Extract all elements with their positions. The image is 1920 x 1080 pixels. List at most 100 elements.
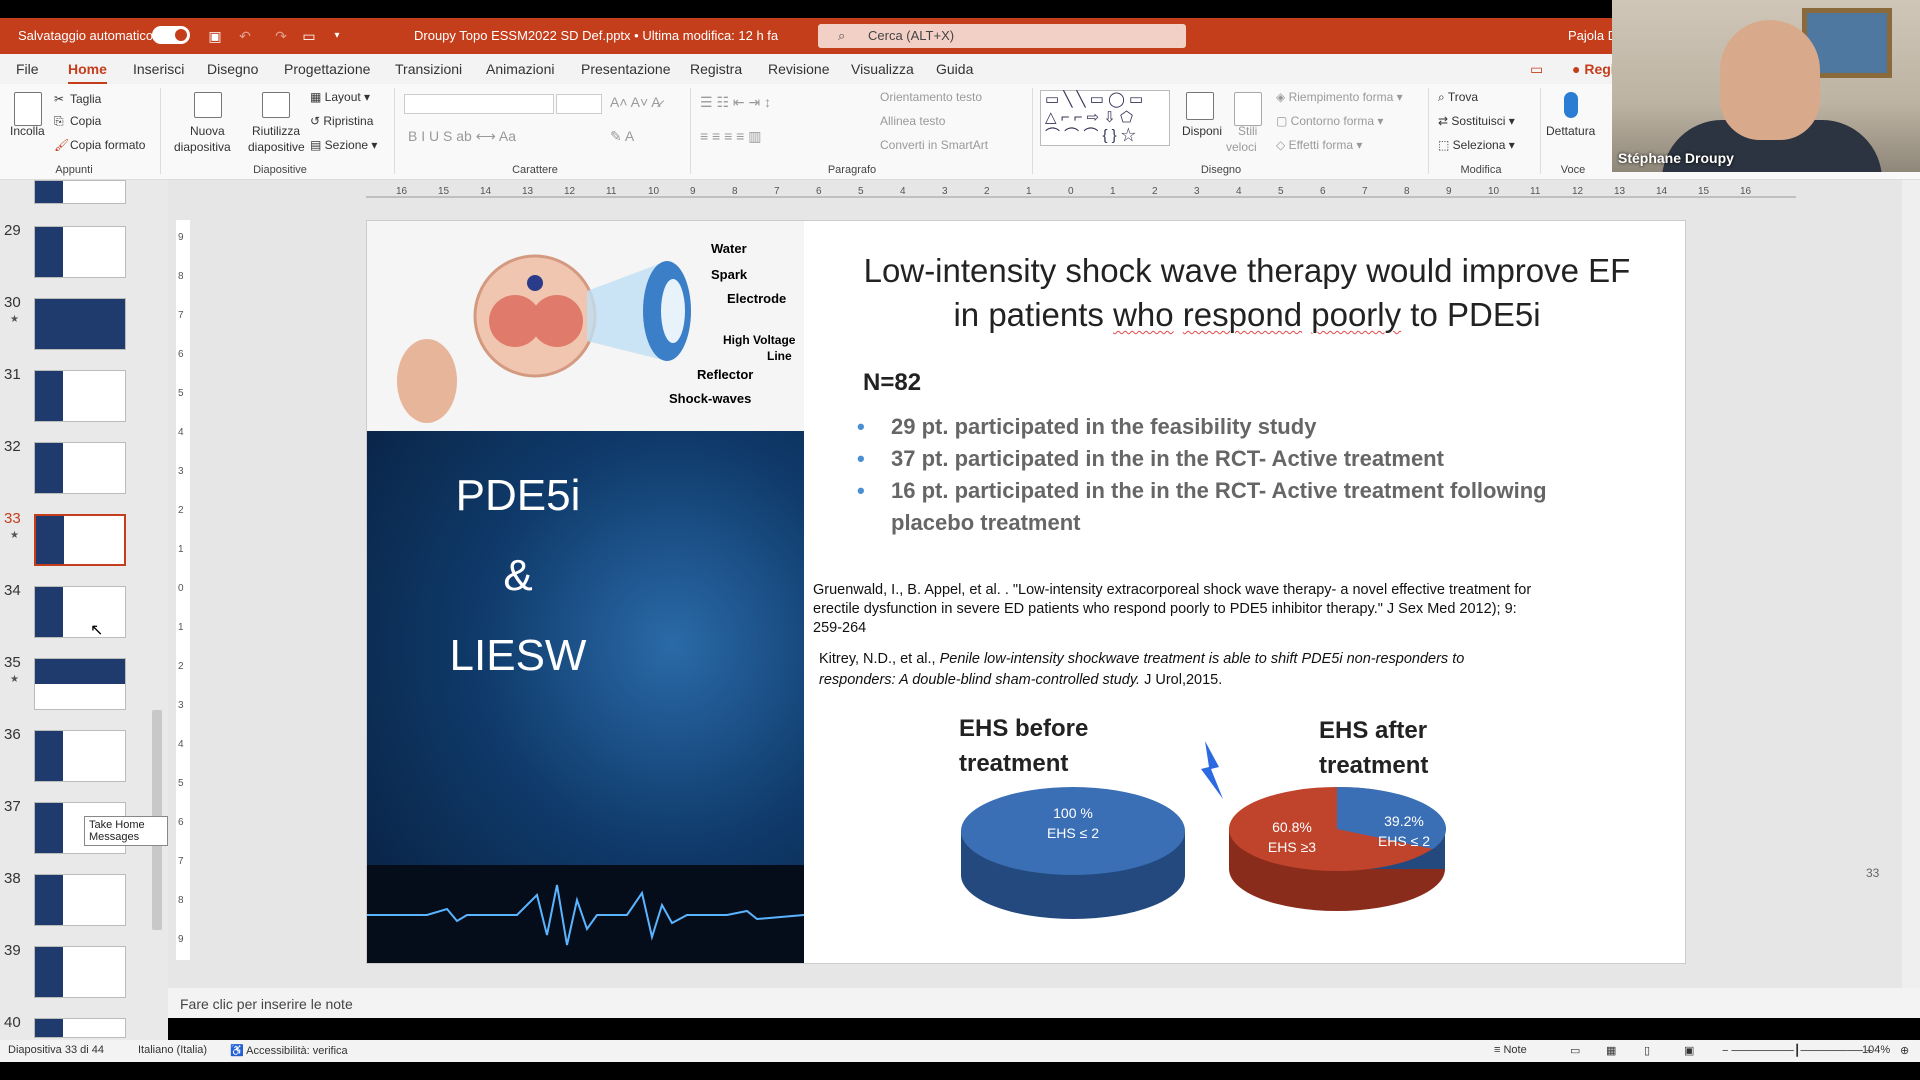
tab-insert[interactable]: Inserisci — [133, 61, 184, 77]
language-indicator[interactable]: Italiano (Italia) — [138, 1044, 207, 1056]
grow-font-icon[interactable]: A˄ A˅ A̷ — [610, 94, 661, 110]
slide-thumbnail-39[interactable] — [34, 946, 126, 998]
arrange-button[interactable]: Disponi — [1182, 124, 1222, 138]
select-button[interactable]: ⬚ Seleziona ▾ — [1438, 138, 1515, 152]
smartart-button[interactable]: Converti in SmartArt — [880, 138, 988, 152]
align-icons[interactable]: ≡ ≡ ≡ ≡ ▥ — [700, 128, 761, 145]
quick-styles-icon[interactable] — [1234, 92, 1262, 126]
normal-view-icon[interactable]: ▭ — [1570, 1044, 1580, 1057]
layout-button[interactable]: ▦ Layout ▾ — [310, 90, 370, 104]
format-painter-button[interactable]: Copia formato — [70, 138, 145, 152]
copy-button[interactable]: Copia — [70, 114, 101, 128]
slide-thumbnail-33[interactable] — [34, 514, 126, 566]
slide-sorter-icon[interactable]: ▦ — [1606, 1044, 1616, 1057]
save-icon[interactable]: ▣ — [206, 27, 224, 45]
zoom-level[interactable]: 104% — [1862, 1044, 1890, 1056]
new-slide-icon[interactable] — [194, 92, 222, 118]
tab-draw[interactable]: Disegno — [207, 61, 258, 77]
ruler-tick-label: 12 — [1572, 186, 1584, 197]
slide-thumbnail-28[interactable] — [34, 180, 126, 204]
ruler-tick-label: 5 — [858, 186, 864, 197]
shape-effects-button[interactable]: ◇ Effetti forma ▾ — [1276, 138, 1362, 152]
ruler-tick-label: 13 — [522, 186, 534, 197]
paste-icon[interactable] — [14, 92, 42, 126]
tab-record[interactable]: Registra — [690, 61, 742, 77]
reading-view-icon[interactable]: ▯ — [1644, 1044, 1650, 1057]
list-icons[interactable]: ☰ ☷ ⇤ ⇥ ↕ — [700, 94, 771, 111]
paste-button[interactable]: Incolla — [10, 124, 45, 138]
font-style-icons[interactable]: B I U S ab ⟷ Aa — [408, 128, 516, 145]
search-box[interactable]: ⌕ Cerca (ALT+X) — [818, 24, 1186, 48]
user-name[interactable]: Pajola D — [1568, 28, 1617, 43]
ruler-tick-label: 7 — [178, 856, 184, 867]
reset-button[interactable]: ↺ Ripristina — [310, 114, 373, 128]
tab-home[interactable]: Home — [68, 61, 107, 85]
thumb-number: 36 — [4, 726, 21, 743]
notes-toggle[interactable]: ≡ Note — [1494, 1044, 1527, 1056]
font-color-icons[interactable]: ✎ A — [610, 128, 634, 145]
redo-icon[interactable]: ↷ — [272, 27, 290, 45]
record-button[interactable]: ● Regi — [1572, 61, 1615, 77]
slide-thumbnail-40[interactable] — [34, 1018, 126, 1038]
ruler-tick-label: 9 — [178, 232, 184, 243]
editor-scrollbar[interactable] — [1902, 180, 1920, 988]
tab-animations[interactable]: Animazioni — [486, 61, 554, 77]
new-slide-button-2[interactable]: diapositiva — [174, 140, 231, 154]
microphone-icon[interactable] — [1564, 92, 1578, 118]
slide-thumbnail-30[interactable] — [34, 298, 126, 350]
new-slide-button-1[interactable]: Nuova — [190, 124, 225, 138]
reuse-slides-button-1[interactable]: Riutilizza — [252, 124, 300, 138]
slide-thumbnail-29[interactable] — [34, 226, 126, 278]
slide-thumbnail-36[interactable] — [34, 730, 126, 782]
present-icon[interactable]: ▭ — [300, 27, 318, 45]
customize-qat-icon[interactable]: ▾ — [328, 27, 346, 45]
align-text-button[interactable]: Allinea testo — [880, 114, 945, 128]
thumbnails-scrollbar[interactable] — [150, 180, 164, 1042]
tab-design[interactable]: Progettazione — [284, 61, 370, 77]
tab-file[interactable]: File — [16, 61, 39, 77]
cut-icon[interactable]: ✂ — [54, 92, 64, 106]
notes-pane[interactable]: Fare clic per inserire le note — [168, 988, 1920, 1018]
find-button[interactable]: ⌕ Trova — [1438, 90, 1478, 105]
slideshow-icon[interactable]: ▣ — [1684, 1044, 1694, 1057]
cut-button[interactable]: Taglia — [70, 92, 101, 106]
comments-icon[interactable]: ▭ — [1530, 61, 1543, 78]
copy-icon[interactable]: ⎘ — [54, 114, 64, 129]
slide-thumbnail-31[interactable] — [34, 370, 126, 422]
font-name-select[interactable] — [404, 94, 554, 114]
undo-icon[interactable]: ↶ — [236, 27, 254, 45]
document-title[interactable]: Droupy Topo ESSM2022 SD Def.pptx • Ultim… — [414, 28, 778, 43]
shape-fill-button[interactable]: ◈ Riempimento forma ▾ — [1276, 90, 1403, 104]
shape-outline-button[interactable]: ▢ Contorno forma ▾ — [1276, 114, 1383, 128]
text-direction-button[interactable]: Orientamento testo — [880, 90, 982, 104]
fit-to-window-icon[interactable]: ⊕ — [1900, 1044, 1909, 1057]
slide-thumbnail-34[interactable] — [34, 586, 126, 638]
slide-thumbnail-35[interactable] — [34, 658, 126, 710]
slide-thumbnail-38[interactable] — [34, 874, 126, 926]
arrange-icon[interactable] — [1186, 92, 1214, 120]
tab-slideshow[interactable]: Presentazione — [581, 61, 671, 77]
ruler-tick-label: 3 — [178, 700, 184, 711]
slide-canvas[interactable]: Water Spark Electrode High Voltage Line … — [366, 220, 1686, 964]
font-size-select[interactable] — [556, 94, 602, 114]
slide-thumbnail-32[interactable] — [34, 442, 126, 494]
quick-styles-button-1[interactable]: Stili — [1238, 124, 1257, 138]
quick-styles-button-2[interactable]: veloci — [1226, 140, 1257, 154]
reuse-slides-button-2[interactable]: diapositive — [248, 140, 305, 154]
accessibility-check[interactable]: ♿ Accessibilità: verifica — [230, 1044, 348, 1057]
section-button[interactable]: ▤ Sezione ▾ — [310, 138, 377, 152]
ruler-tick-label: 5 — [1278, 186, 1284, 197]
tab-view[interactable]: Visualizza — [851, 61, 914, 77]
format-painter-icon[interactable]: 🖌 — [54, 138, 69, 152]
autosave-toggle[interactable] — [152, 26, 190, 44]
replace-button[interactable]: ⇄ Sostituisci ▾ — [1438, 114, 1515, 128]
dictate-button[interactable]: Dettatura — [1546, 124, 1595, 138]
tab-help[interactable]: Guida — [936, 61, 973, 77]
tab-transitions[interactable]: Transizioni — [395, 61, 462, 77]
ruler-tick-label: 12 — [564, 186, 576, 197]
zoom-slider[interactable]: − ────────┃──────── + — [1722, 1044, 1872, 1057]
thumb-number: 37 — [4, 798, 21, 815]
tab-review[interactable]: Revisione — [768, 61, 829, 77]
reuse-slides-icon[interactable] — [262, 92, 290, 118]
shapes-gallery[interactable]: ▭ ╲ ╲ ▭ ◯ ▭ △ ⌐ ⌐ ⇨ ⇩ ⬠ ⌒ ⌒ ⌒ { } ☆ — [1040, 90, 1170, 146]
